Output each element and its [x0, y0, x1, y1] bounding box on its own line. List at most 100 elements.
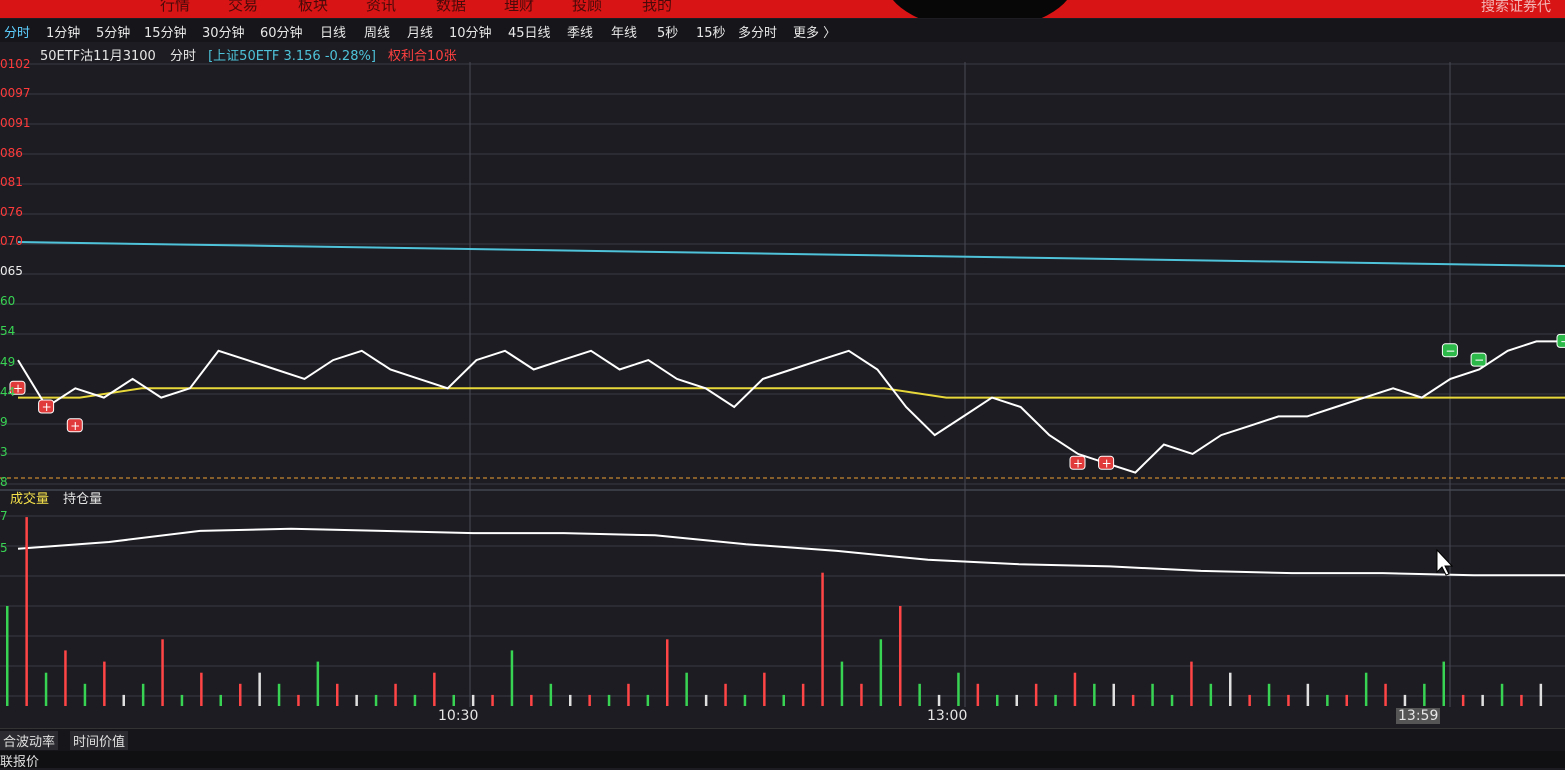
- y-tick-label: 3: [0, 445, 8, 459]
- y-tick-label: 44: [0, 385, 16, 399]
- chart-grid: [0, 62, 1565, 707]
- y-tick-label: 070: [0, 234, 23, 248]
- volume-bar: [801, 683, 805, 706]
- volume-bar: [316, 661, 320, 706]
- menu-item-trade[interactable]: 交易: [228, 0, 258, 15]
- volume-bar: [1093, 683, 1096, 706]
- tab-15sec[interactable]: 15秒: [696, 22, 726, 41]
- volume-bar: [957, 672, 960, 706]
- volume-bar: [976, 683, 980, 706]
- search-input[interactable]: 搜索证券代: [1481, 0, 1551, 16]
- x-tick-label-cursor: 13:59: [1396, 708, 1441, 724]
- y-tick-label: 60: [0, 294, 16, 308]
- volume-bar: [899, 606, 902, 706]
- tab-5sec[interactable]: 5秒: [657, 22, 678, 41]
- volume-bar: [1170, 694, 1174, 706]
- tab-15min[interactable]: 15分钟: [144, 22, 187, 41]
- intraday-chart[interactable]: +++++−−−: [0, 42, 1565, 728]
- volume-bar: [44, 672, 48, 706]
- menu-item-quotes[interactable]: 行情: [160, 0, 190, 15]
- y-tick-label: 54: [0, 324, 16, 338]
- tab-10min[interactable]: 10分钟: [449, 22, 492, 41]
- menu-item-sector[interactable]: 板块: [298, 0, 328, 15]
- linked-quote-label[interactable]: 联报价: [0, 751, 39, 770]
- open-interest-legend-label[interactable]: 持仓量: [63, 492, 102, 507]
- volume-bar: [471, 694, 475, 706]
- volume-bar: [1481, 694, 1484, 706]
- volume-legend-label[interactable]: 成交量: [10, 492, 49, 507]
- volume-bar: [860, 683, 863, 706]
- tab-daily[interactable]: 日线: [320, 22, 346, 41]
- tab-multi-intraday[interactable]: 多分时: [738, 22, 777, 41]
- open-interest-line: [17, 527, 1565, 577]
- y-tick-label: 9: [0, 415, 8, 429]
- y-tick-label: 081: [0, 175, 23, 189]
- tab-quarterly[interactable]: 季线: [567, 22, 593, 41]
- volume-bar: [510, 650, 514, 706]
- volume-bar: [1326, 694, 1329, 706]
- tab-1min[interactable]: 1分钟: [46, 22, 80, 41]
- y-tick-label: 065: [0, 264, 23, 278]
- volume-bar: [297, 694, 300, 706]
- y-tick-label: 8: [0, 475, 8, 489]
- volume-bar: [1267, 683, 1271, 706]
- volume-bar: [200, 672, 203, 706]
- app-logo-icon: [885, 0, 1075, 18]
- volume-bar: [1229, 672, 1232, 706]
- volume-bar: [1306, 683, 1310, 706]
- volume-bar: [277, 683, 281, 706]
- volume-bar: [1500, 683, 1504, 706]
- volume-bar: [374, 694, 378, 706]
- open-interest-series: [17, 527, 1565, 577]
- tab-monthly[interactable]: 月线: [407, 22, 433, 41]
- volume-bar: [6, 606, 9, 706]
- volume-bar: [1034, 683, 1038, 706]
- volume-bar: [763, 672, 766, 706]
- volume-bar: [239, 683, 242, 706]
- underlying-series: [17, 241, 1565, 267]
- menu-item-data[interactable]: 数据: [436, 0, 466, 15]
- menu-item-finance[interactable]: 理财: [504, 0, 534, 15]
- tab-45day[interactable]: 45日线: [508, 22, 551, 41]
- volume-bar: [433, 672, 436, 706]
- marker-label: −: [1474, 353, 1484, 367]
- price-series: [17, 340, 1565, 474]
- volume-bar: [1364, 672, 1368, 706]
- period-tab-bar: 分时 1分钟 5分钟 15分钟 30分钟 60分钟 日线 周线 月线 10分钟 …: [0, 19, 1565, 42]
- y-tick-label: 0091: [0, 116, 31, 130]
- price-line: [17, 340, 1565, 474]
- volume-bar: [918, 683, 921, 706]
- underlying-line: [17, 241, 1565, 267]
- volume-bar: [1190, 661, 1193, 706]
- volume-bar: [1403, 694, 1407, 706]
- tab-time-value[interactable]: 时间价值: [70, 731, 129, 750]
- volume-bar: [1384, 683, 1387, 706]
- menu-item-mine[interactable]: 我的: [642, 0, 672, 15]
- menu-item-advisor[interactable]: 投顾: [572, 0, 602, 15]
- tab-60min[interactable]: 60分钟: [260, 22, 303, 41]
- tab-more[interactable]: 更多 〉: [793, 22, 836, 41]
- tab-30min[interactable]: 30分钟: [202, 22, 245, 41]
- y-tick-label: 076: [0, 205, 23, 219]
- tab-weekly[interactable]: 周线: [364, 22, 390, 41]
- tab-intraday[interactable]: 分时: [4, 22, 30, 41]
- marker-label: −: [1445, 344, 1455, 358]
- volume-bar: [1015, 694, 1018, 706]
- volume-bar: [685, 672, 688, 706]
- tab-implied-volatility[interactable]: 合波动率: [0, 731, 59, 750]
- volume-bar: [491, 694, 494, 706]
- volume-bar: [161, 639, 164, 706]
- volume-bar: [1073, 672, 1077, 706]
- volume-bar: [588, 694, 591, 706]
- volume-bar: [879, 639, 883, 706]
- volume-bar: [180, 694, 184, 706]
- top-menu-bar: 行情 交易 板块 资讯 数据 理财 投顾 我的 搜索证券代: [0, 0, 1565, 18]
- volume-bar: [1248, 694, 1251, 706]
- tab-yearly[interactable]: 年线: [611, 22, 637, 41]
- tab-5min[interactable]: 5分钟: [96, 22, 130, 41]
- marker-label: +: [70, 419, 80, 433]
- menu-item-news[interactable]: 资讯: [366, 0, 396, 15]
- volume-bar: [646, 694, 650, 706]
- x-tick-label: 10:30: [438, 708, 479, 724]
- volume-bar: [25, 517, 28, 706]
